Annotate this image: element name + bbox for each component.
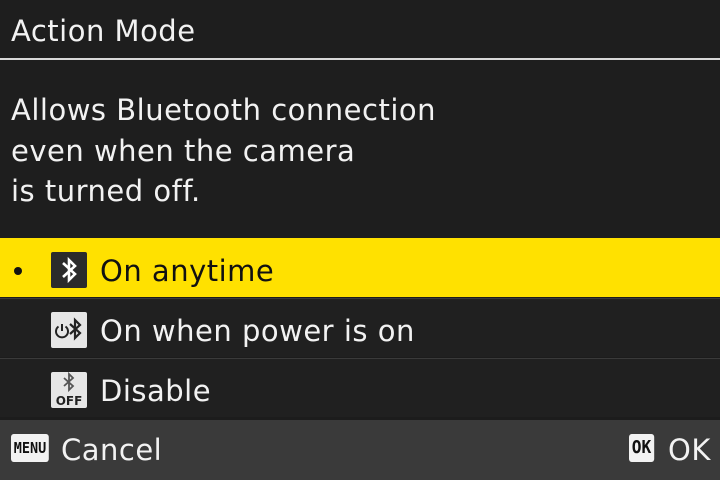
cancel-label[interactable]: Cancel: [61, 432, 162, 468]
option-on-anytime[interactable]: On anytime: [0, 238, 720, 297]
page-title: Action Mode: [11, 14, 196, 48]
description-line-1: Allows Bluetooth connection: [11, 93, 437, 127]
description-panel: Allows Bluetooth connection even when th…: [0, 60, 720, 238]
footer-bar: MENU Cancel OK OK: [0, 420, 720, 480]
menu-key-badge[interactable]: MENU: [11, 434, 49, 462]
selected-bullet: [14, 267, 22, 275]
description-line-3: is turned off.: [11, 174, 201, 208]
option-label: On when power is on: [100, 314, 415, 348]
title-bar: Action Mode: [0, 0, 720, 60]
bluetooth-icon: [51, 252, 87, 288]
option-disable[interactable]: OFF Disable: [0, 358, 720, 417]
ok-label[interactable]: OK: [668, 432, 711, 468]
power-bluetooth-icon: [51, 312, 87, 348]
ok-key-badge[interactable]: OK: [629, 434, 654, 462]
option-label: Disable: [100, 374, 212, 408]
bluetooth-off-icon: OFF: [51, 372, 87, 408]
bluetooth-off-text: OFF: [56, 394, 83, 408]
option-label: On anytime: [100, 254, 275, 288]
option-on-when-power-is-on[interactable]: On when power is on: [0, 298, 720, 357]
description-line-2: even when the camera: [11, 134, 356, 168]
